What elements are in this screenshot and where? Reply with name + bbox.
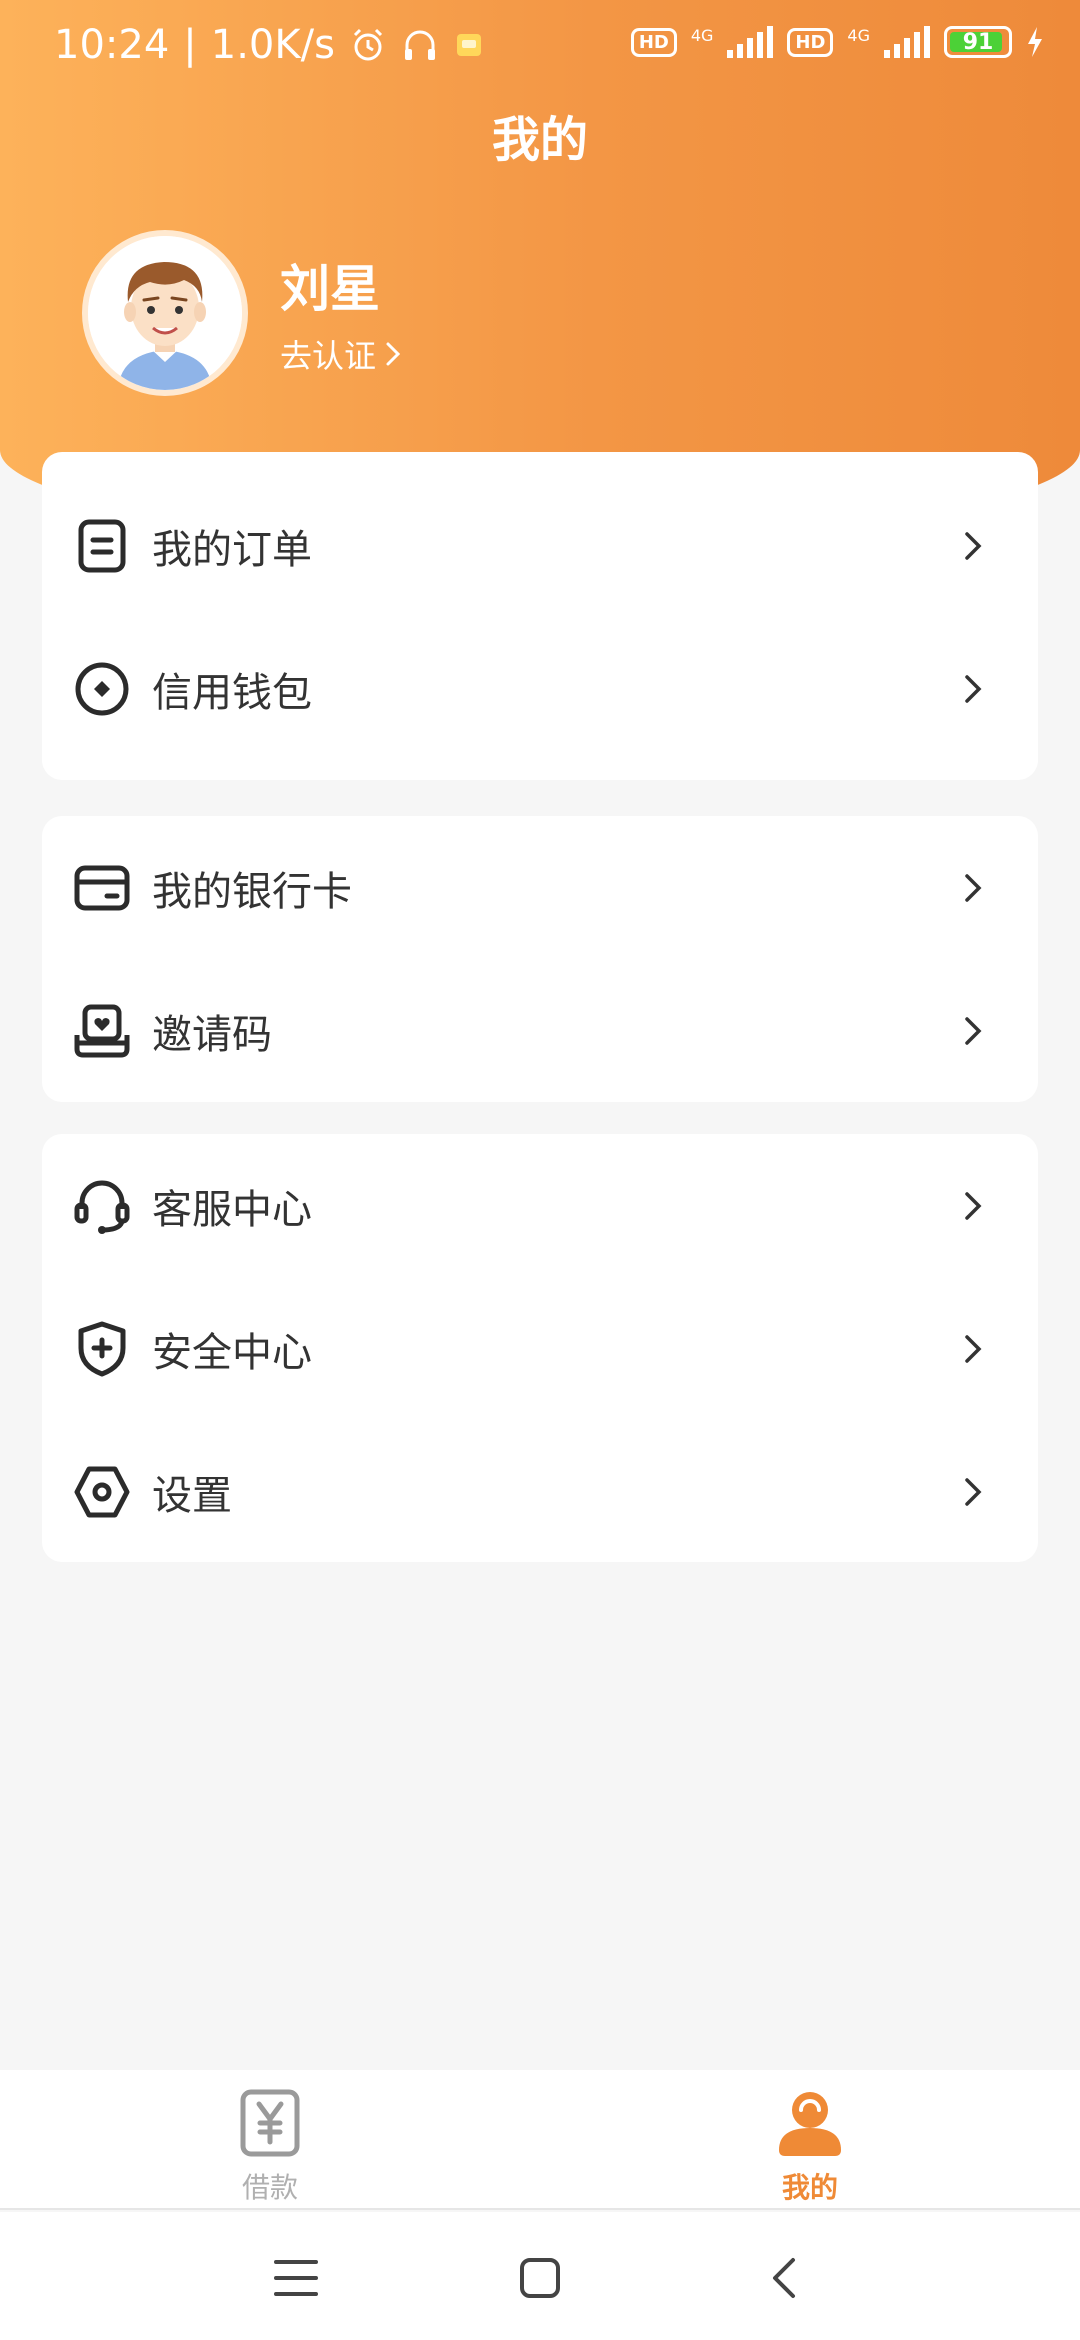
tab-mine[interactable]: 我的 [710, 2088, 910, 2206]
hd-badge-1: HD [630, 27, 677, 57]
tab-loan[interactable]: 借款 [170, 2088, 370, 2206]
menu-card-finance: 我的银行卡 邀请码 [42, 816, 1038, 1102]
avatar[interactable] [82, 230, 248, 396]
menu-item-label: 邀请码 [152, 1011, 272, 1058]
charging-icon [1028, 27, 1042, 57]
signal-icon-2 [884, 26, 930, 58]
home-nav-button[interactable] [510, 2248, 570, 2308]
back-nav-button[interactable] [754, 2248, 814, 2308]
status-speed: 1.0K/s [210, 22, 335, 68]
chevron-right-icon [965, 531, 982, 560]
page-title: 我的 [491, 112, 588, 168]
notification-icon [456, 34, 481, 56]
headphones-icon [404, 30, 435, 60]
menu-nav-button[interactable] [266, 2248, 326, 2308]
battery-level: 91 [962, 29, 994, 55]
profile-section[interactable]: 刘星 去认证 [82, 230, 402, 396]
menu-item-invite-code[interactable]: 邀请码 [42, 959, 1038, 1102]
menu-card-support: 客服中心 安全中心 设置 [42, 1134, 1038, 1562]
tab-label: 借款 [241, 2171, 298, 2204]
menu-item-customer-service[interactable]: 客服中心 [42, 1134, 1038, 1277]
bottom-tab-bar: 借款 我的 [0, 2070, 1080, 2210]
status-time: 10:24 [54, 22, 170, 68]
order-icon [72, 516, 132, 576]
user-name: 刘星 [280, 260, 380, 318]
headset-icon [72, 1176, 132, 1236]
chevron-right-icon [965, 1477, 982, 1506]
menu-item-credit-wallet[interactable]: 信用钱包 [42, 617, 1038, 760]
back-icon [773, 2258, 795, 2298]
settings-icon [72, 1462, 132, 1522]
system-navigation-bar [0, 2212, 1080, 2340]
yen-icon [240, 2089, 300, 2157]
network-label-1: 4G [690, 26, 714, 45]
chevron-right-icon [965, 1191, 982, 1220]
verify-label: 去认证 [280, 337, 377, 375]
menu-item-label: 安全中心 [152, 1329, 312, 1376]
invite-icon [72, 1001, 132, 1061]
network-label-2: 4G [847, 26, 870, 45]
menu-icon [274, 2260, 318, 2296]
chevron-right-icon [965, 674, 982, 703]
signal-icon-1 [727, 26, 774, 58]
chevron-right-icon [965, 1334, 982, 1363]
status-left: 10:24 | 1.0K/s [54, 22, 485, 68]
menu-card-orders: 我的订单 信用钱包 [42, 452, 1038, 780]
bank-card-icon [72, 858, 132, 918]
hd-badge-2: HD [787, 27, 834, 57]
status-right: HD 4G HD 4G 91 [630, 26, 1044, 58]
wallet-icon [72, 659, 132, 719]
home-icon [520, 2258, 560, 2298]
menu-item-label: 客服中心 [152, 1186, 312, 1233]
alarm-icon [353, 28, 382, 61]
chevron-right-icon [965, 1016, 982, 1045]
chevron-right-icon [386, 342, 401, 366]
profile-text: 刘星 去认证 [280, 249, 402, 377]
verify-link[interactable]: 去认证 [280, 331, 402, 377]
avatar-illustration [88, 236, 242, 390]
chevron-right-icon [965, 873, 982, 902]
menu-item-label: 我的订单 [152, 526, 312, 573]
status-separator: | [183, 22, 197, 68]
status-bar: 10:24 | 1.0K/s HD 4G HD 4G 91 [0, 0, 1080, 92]
menu-item-label: 我的银行卡 [152, 868, 352, 915]
tab-label: 我的 [781, 2171, 838, 2204]
menu-item-bank-card[interactable]: 我的银行卡 [42, 816, 1038, 959]
menu-item-settings[interactable]: 设置 [42, 1420, 1038, 1563]
menu-item-label: 设置 [152, 1472, 232, 1519]
screen: 10:24 | 1.0K/s HD 4G HD 4G 91 我的 刘星 去认证 … [0, 0, 1080, 2340]
battery-icon: 91 [944, 26, 1012, 58]
menu-item-my-orders[interactable]: 我的订单 [42, 474, 1038, 617]
shield-icon [72, 1319, 132, 1379]
user-icon [779, 2092, 841, 2156]
menu-item-security-center[interactable]: 安全中心 [42, 1277, 1038, 1420]
menu-item-label: 信用钱包 [152, 669, 312, 716]
